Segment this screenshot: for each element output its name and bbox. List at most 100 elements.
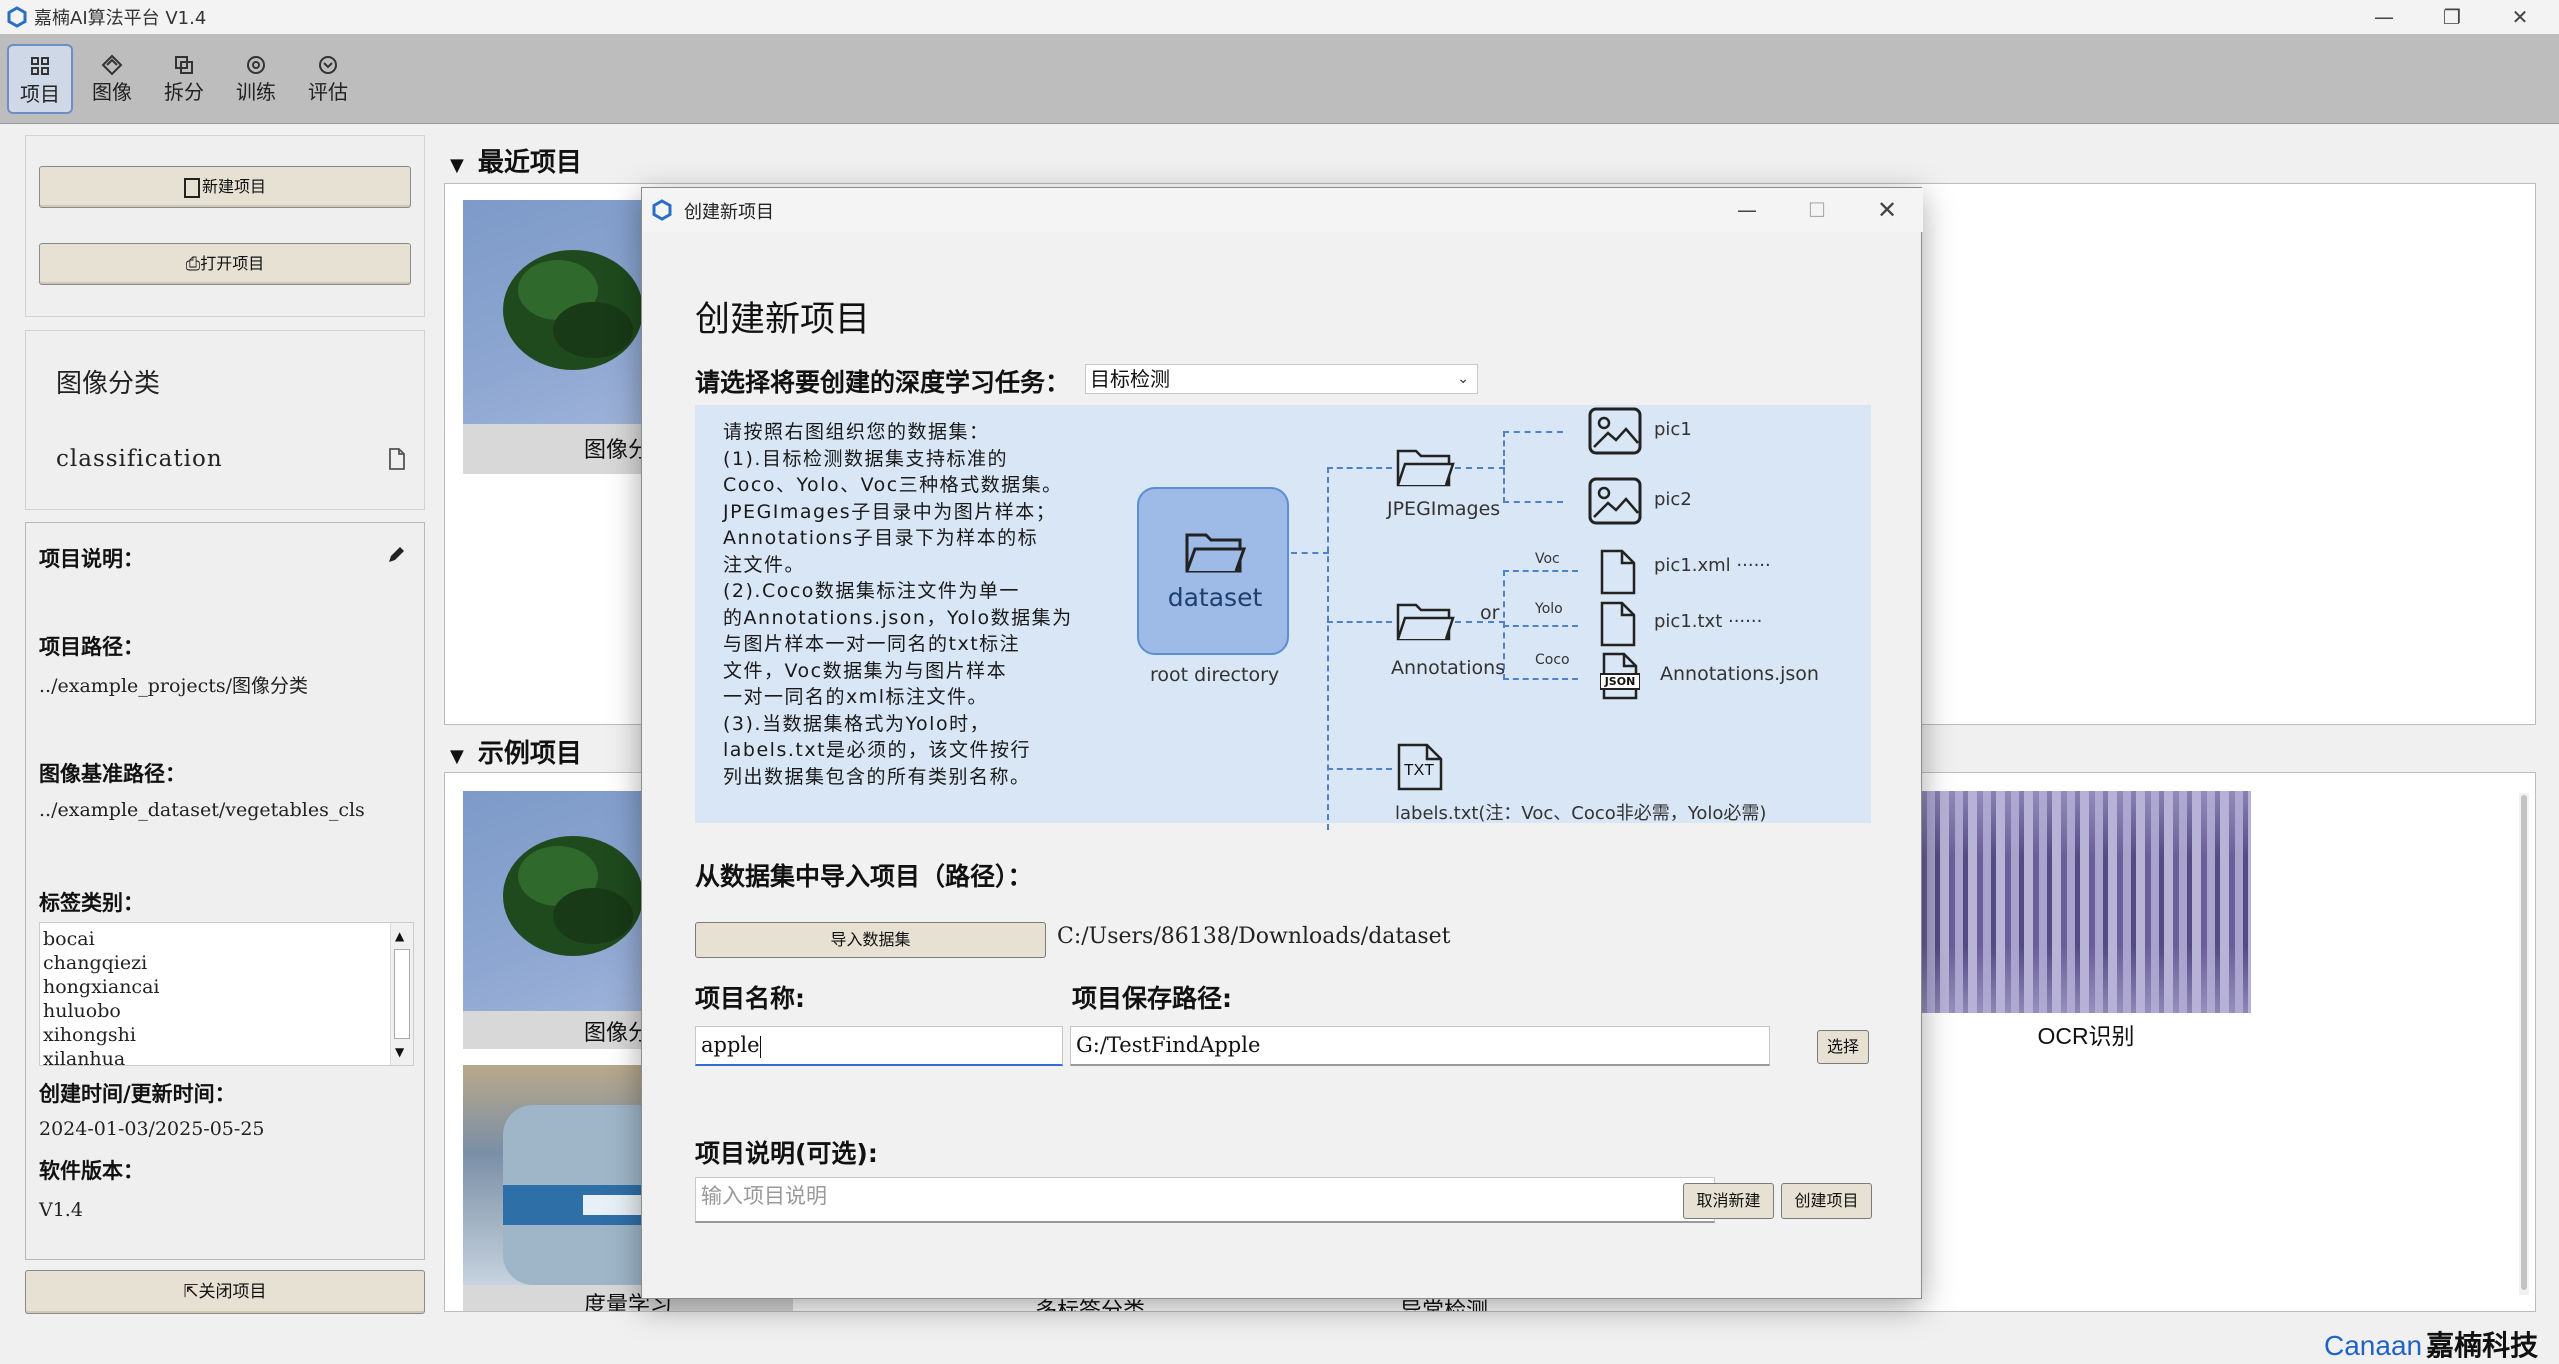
app-logo-icon [652, 199, 672, 221]
connector-line [1327, 768, 1392, 770]
pic2-label: pic2 [1654, 489, 1692, 510]
project-type-label: 图像分类 [56, 369, 161, 399]
open-project-icon: ⎙ [185, 253, 201, 275]
recent-section-header[interactable]: ▼ 最近项目 [450, 142, 582, 179]
import-path: C:/Users/86138/Downloads/dataset [1057, 924, 1451, 949]
examples-title: 示例项目 [477, 739, 582, 769]
instruction-line: 与图片样本一对一同名的txt标注 [723, 633, 1021, 655]
select-path-button[interactable]: 选择 [1817, 1030, 1869, 1064]
save-path-input[interactable]: G:/TestFindApple [1070, 1026, 1770, 1066]
close-button[interactable]: ✕ [2486, 0, 2554, 34]
example-card[interactable]: OCR识别 [1921, 791, 2251, 1049]
recent-title: 最近项目 [477, 148, 582, 178]
instruction-line: 一对一同名的xml标注文件。 [723, 686, 989, 708]
examples-section-header[interactable]: ▼ 示例项目 [450, 733, 582, 770]
instruction-line: 请按照右图组织您的数据集： [723, 421, 990, 443]
new-project-button[interactable]: 新建项目 [39, 166, 411, 208]
examples-scrollbar[interactable] [2519, 793, 2529, 1295]
card-thumbnail [1921, 791, 2251, 1013]
open-project-label: 打开项目 [200, 254, 265, 273]
collapse-triangle-icon: ▼ [450, 746, 464, 767]
scroll-up-icon[interactable]: ▲ [395, 929, 404, 943]
project-actions-panel: 新建项目 ⎙打开项目 [25, 135, 425, 317]
close-project-label: 关闭项目 [198, 1282, 267, 1302]
open-project-button[interactable]: ⎙打开项目 [39, 243, 411, 285]
brand-en: Canaan [2324, 1330, 2423, 1361]
scroll-thumb[interactable] [394, 949, 410, 1039]
task-select[interactable]: 目标检测 ⌄ [1085, 364, 1478, 394]
project-name-input[interactable]: apple [695, 1026, 1063, 1066]
grid-icon [29, 56, 51, 78]
dialog-title-bar: 创建新项目 — ☐ ✕ [642, 188, 1923, 232]
title-bar: 嘉楠AI算法平台 V1.4 — ❐ ✕ [0, 0, 2559, 34]
minimize-button[interactable]: — [2350, 0, 2418, 34]
cancel-create-button[interactable]: 取消新建 [1683, 1183, 1774, 1219]
restore-button[interactable]: ❐ [2418, 0, 2486, 34]
instruction-line: (3).当数据集格式为Yolo时， [723, 712, 991, 735]
close-project-button[interactable]: ⇱关闭项目 [25, 1270, 425, 1314]
connector-line [1503, 431, 1563, 433]
toolbar-project-button[interactable]: 项目 [7, 44, 73, 114]
toolbar-label: 项目 [20, 82, 60, 106]
description-input[interactable]: 输入项目说明 [695, 1177, 1715, 1223]
instruction-line: labels.txt是必须的，该文件按行 [723, 739, 1032, 761]
create-project-button[interactable]: 创建项目 [1781, 1183, 1872, 1219]
jpegimages-label: JPEGImages [1387, 498, 1501, 520]
base-path-value: ../example_dataset/vegetables_cls [39, 799, 365, 821]
instruction-line: 的Annotations.json，Yolo数据集为 [723, 606, 1073, 629]
import-dataset-button[interactable]: 导入数据集 [695, 922, 1046, 958]
labels-list[interactable]: bocai changqiezi hongxiancai huluobo xih… [39, 922, 414, 1066]
json-file-icon: JSON [1599, 652, 1641, 700]
instruction-line: (1).目标检测数据集支持标准的 [723, 447, 1008, 470]
time-value: 2024-01-03/2025-05-25 [39, 1118, 265, 1140]
instruction-line: Coco、Yolo、Voc三种格式数据集。 [723, 474, 1063, 496]
connector-line [1503, 570, 1578, 572]
file-icon [1600, 601, 1636, 647]
import-label: 从数据集中导入项目（路径）： [695, 862, 1033, 891]
image-icon [101, 54, 123, 76]
toolbar-evaluate-button[interactable]: 评估 [295, 44, 361, 114]
scroll-down-icon[interactable]: ▼ [395, 1045, 404, 1059]
train-icon [245, 54, 267, 76]
voc-label: Voc [1535, 551, 1560, 567]
json-badge: JSON [1604, 675, 1636, 688]
toolbar-label: 评估 [308, 80, 348, 104]
card-label: OCR识别 [2037, 1023, 2135, 1049]
project-type-panel: 图像分类 classification [25, 330, 425, 510]
instruction-line: 列出数据集包含的所有类别名称。 [723, 765, 1031, 788]
collapse-triangle-icon: ▼ [450, 155, 464, 176]
main-toolbar: 项目 图像 拆分 训练 评估 [0, 34, 2559, 124]
dialog-minimize-button[interactable]: — [1712, 188, 1782, 232]
new-project-label: 新建项目 [201, 177, 266, 196]
toolbar-label: 训练 [236, 80, 276, 104]
toolbar-image-button[interactable]: 图像 [79, 44, 145, 114]
toolbar-split-button[interactable]: 拆分 [151, 44, 217, 114]
dataset-root-box: dataset [1137, 487, 1289, 655]
instruction-line: Annotations子目录下为样本的标 [723, 527, 1039, 549]
edit-icon[interactable] [386, 545, 406, 565]
toolbar-train-button[interactable]: 训练 [223, 44, 289, 114]
exit-icon: ⇱ [183, 1281, 199, 1302]
project-info-panel: 项目说明： 项目路径： ../example_projects/图像分类 图像基… [25, 522, 425, 1260]
description-label: 项目说明： [39, 547, 144, 571]
evaluate-icon [317, 54, 339, 76]
dialog-close-button[interactable]: ✕ [1852, 188, 1922, 232]
list-item: hongxiancai [43, 976, 160, 998]
coco-label: Coco [1535, 652, 1570, 668]
instruction-line: JPEGImages子目录中为图片样本； [723, 500, 1057, 523]
labels-scrollbar[interactable]: ▲ ▼ [390, 923, 413, 1065]
dialog-heading: 创建新项目 [695, 300, 871, 340]
create-project-dialog: 创建新项目 — ☐ ✕ 创建新项目 请选择将要创建的深度学习任务： 目标检测 ⌄… [641, 187, 1923, 1299]
project-name-value: apple [701, 1033, 760, 1057]
labels-label: 标签类别： [39, 891, 144, 915]
scroll-thumb[interactable] [2521, 795, 2527, 1290]
dialog-description-label: 项目说明(可选): [695, 1139, 878, 1168]
instruction-line: 注文件。 [723, 553, 806, 576]
folder-icon [1396, 603, 1455, 641]
path-label: 项目路径： [39, 635, 144, 659]
base-path-label: 图像基准路径： [39, 762, 186, 786]
dialog-maximize-button[interactable]: ☐ [1782, 188, 1852, 232]
txt-badge: TXT [1403, 762, 1435, 779]
image-icon [1588, 477, 1642, 525]
list-item: xihongshi [43, 1024, 136, 1046]
